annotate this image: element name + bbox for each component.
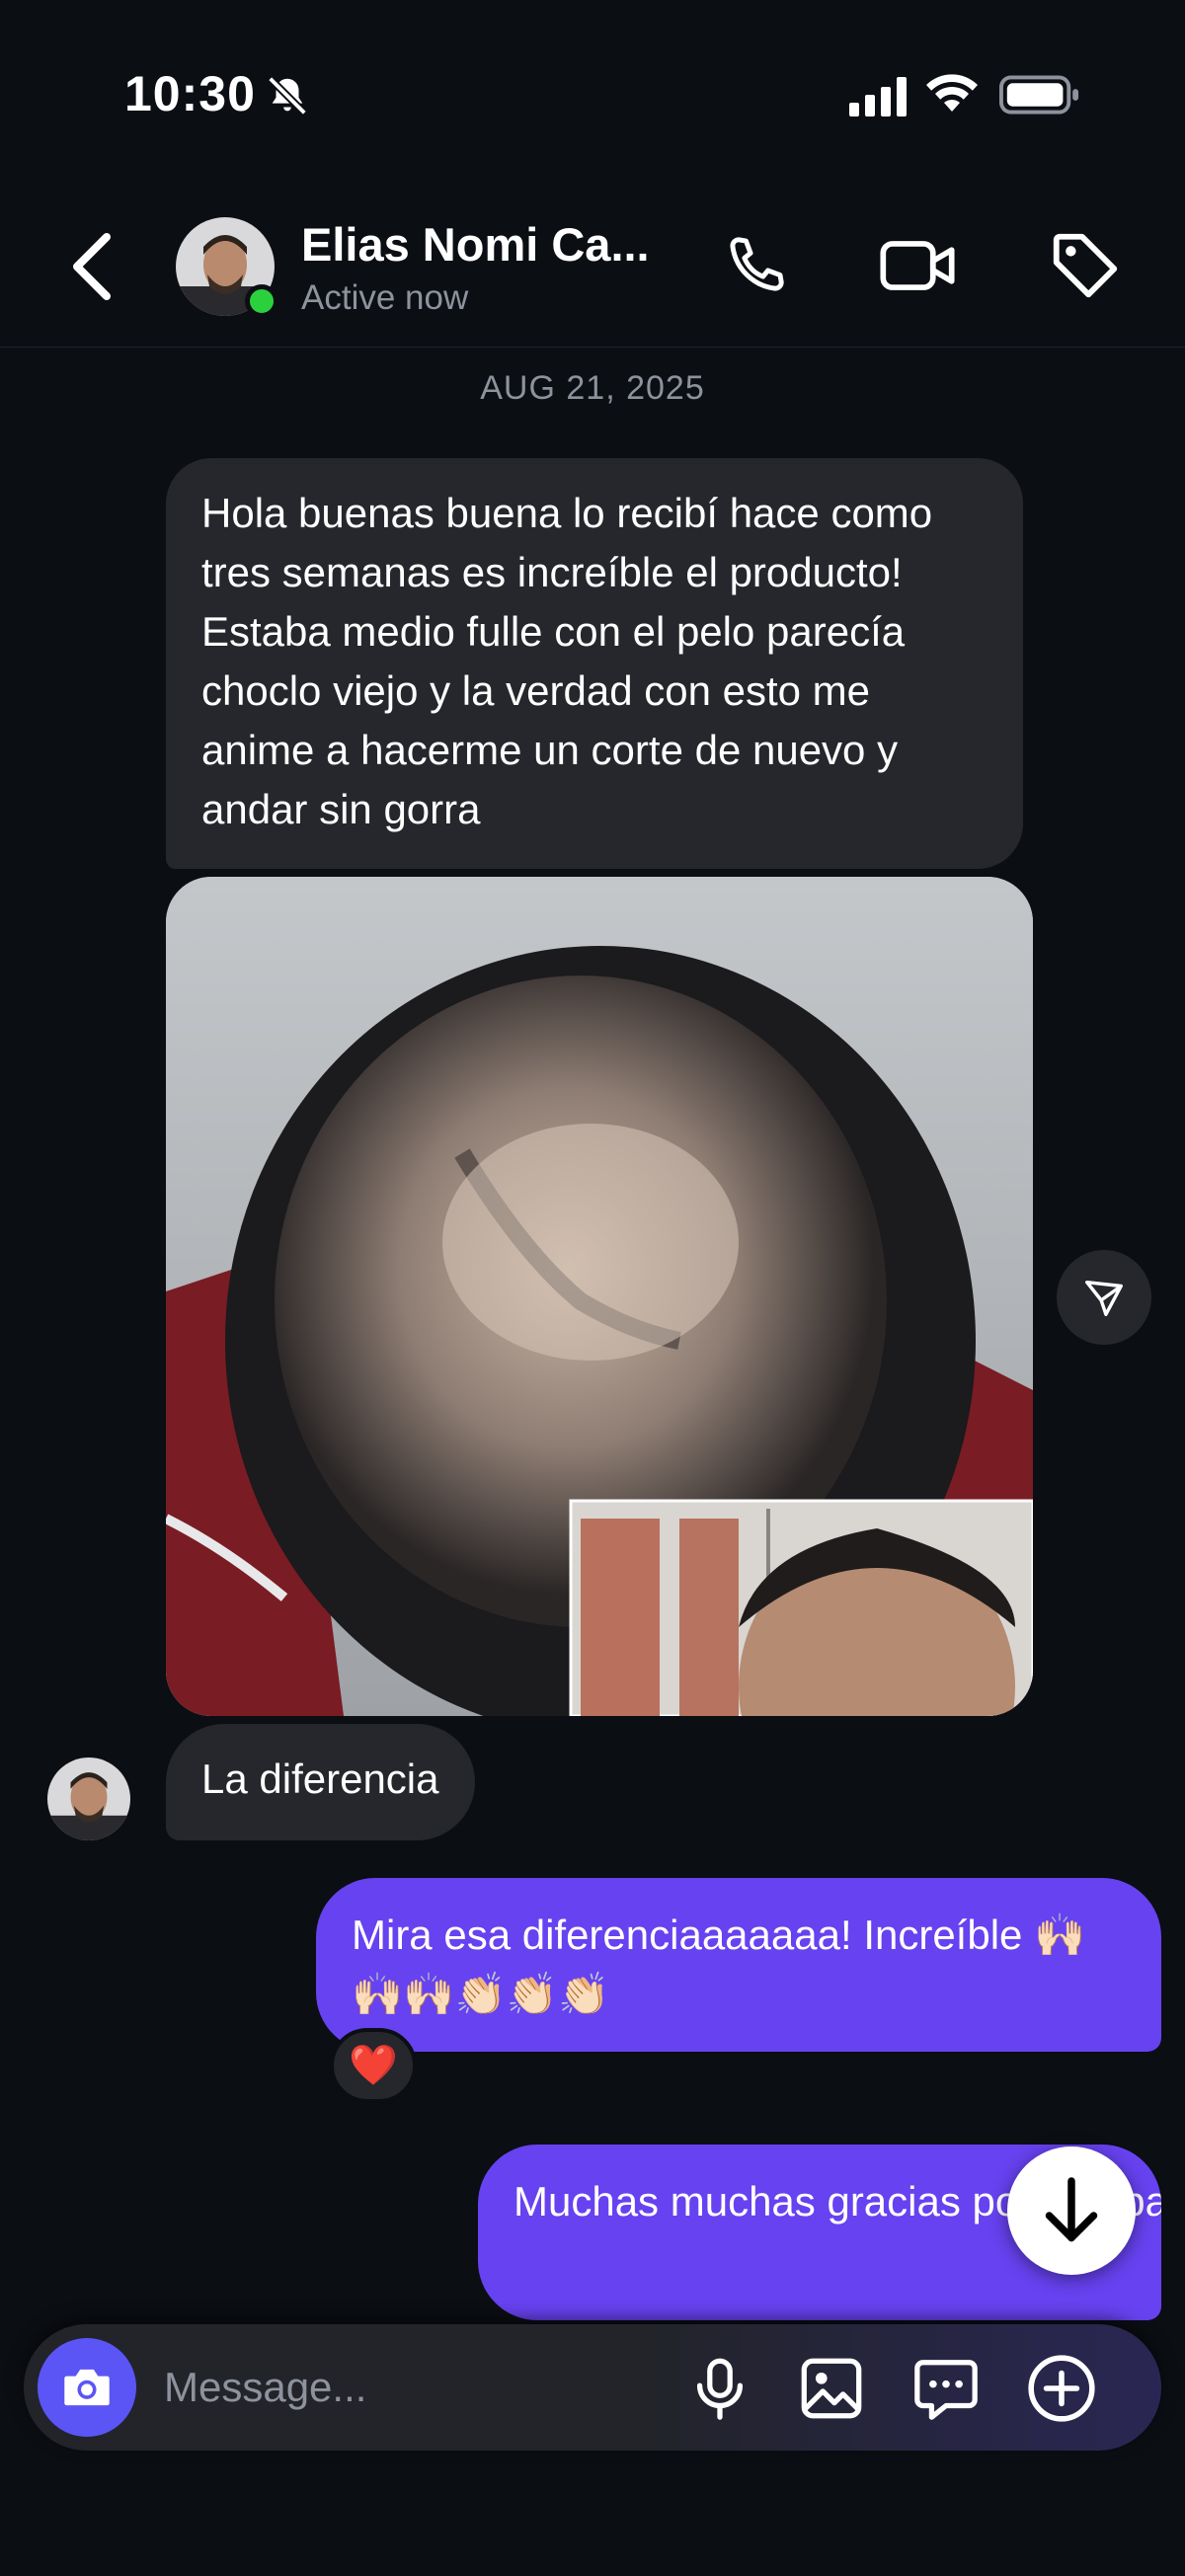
- cellular-signal-icon: [849, 77, 907, 117]
- wifi-icon: [926, 74, 978, 112]
- sender-avatar[interactable]: [47, 1757, 130, 1840]
- chat-bubble-icon[interactable]: [910, 2354, 982, 2423]
- tag-icon[interactable]: [1047, 227, 1124, 304]
- chevron-left-icon[interactable]: [63, 229, 122, 304]
- message-composer: [24, 2324, 1161, 2451]
- arrow-down-icon: [1045, 2177, 1098, 2242]
- battery-icon: [999, 75, 1079, 115]
- hair-before-after-image: [166, 877, 1033, 1716]
- camera-icon: [64, 2369, 110, 2406]
- avatar-photo: [47, 1757, 130, 1840]
- online-status-dot: [245, 284, 278, 318]
- video-camera-icon[interactable]: [877, 229, 958, 302]
- camera-button[interactable]: [38, 2338, 136, 2437]
- share-button[interactable]: [1057, 1250, 1151, 1345]
- image-icon[interactable]: [796, 2354, 867, 2423]
- status-bar: 10:30: [0, 0, 1185, 178]
- chat-header: Elias Nomi Ca... Active now: [0, 188, 1185, 348]
- phone-icon[interactable]: [719, 229, 792, 302]
- incoming-message[interactable]: La diferencia: [166, 1724, 475, 1840]
- plus-circle-icon[interactable]: [1025, 2352, 1098, 2425]
- scroll-to-bottom-button[interactable]: [1007, 2147, 1136, 2275]
- bell-slash-icon: [268, 76, 307, 116]
- date-separator: AUG 21, 2025: [480, 369, 705, 407]
- incoming-message[interactable]: Hola buenas buena lo recibí hace como tr…: [166, 458, 1023, 869]
- microphone-icon[interactable]: [685, 2354, 754, 2423]
- contact-status: Active now: [301, 278, 469, 317]
- shared-photo[interactable]: [166, 877, 1033, 1716]
- heart-reaction[interactable]: ❤️: [330, 2028, 417, 2103]
- dm-thread-screen: 10:30 Elias Nomi Ca... Active now AUG 21…: [0, 0, 1185, 2576]
- outgoing-message[interactable]: Mira esa diferenciaaaaaaa! Increíble 🙌🏻🙌…: [316, 1878, 1161, 2052]
- contact-avatar[interactable]: [176, 217, 278, 318]
- message-input[interactable]: [164, 2354, 677, 2421]
- send-icon: [1085, 1280, 1123, 1316]
- contact-name[interactable]: Elias Nomi Ca...: [301, 217, 676, 272]
- status-time: 10:30: [124, 66, 256, 121]
